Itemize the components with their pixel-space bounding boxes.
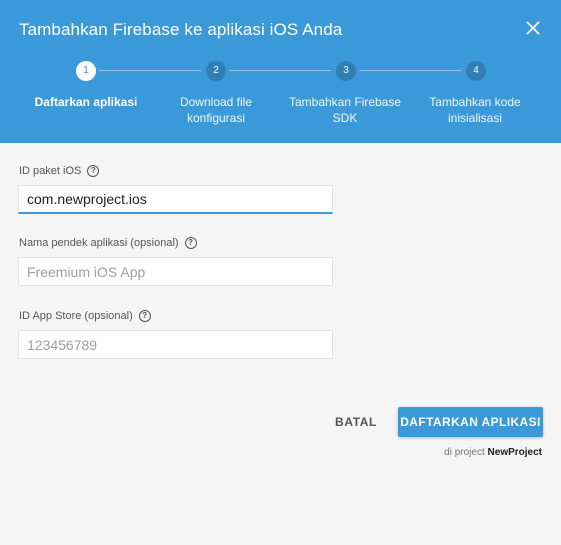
help-icon[interactable]: ? [184,237,197,249]
step-2-label: Download file konfigurasi [151,94,281,126]
dialog-title: Tambahkan Firebase ke aplikasi iOS Anda [19,20,343,39]
dialog-header: Tambahkan Firebase ke aplikasi iOS Anda … [0,0,561,143]
step-4-label-text: Tambahkan kode inisialisasi [429,95,521,125]
project-footer: di project NewProject [444,447,542,458]
step-1-indicator: 1 [76,61,96,81]
app-store-id-label: ID App Store (opsional) ? [19,310,151,322]
app-store-id-input[interactable] [18,330,333,359]
stepper-connector [359,70,461,71]
project-name: NewProject [487,447,542,458]
stepper-connector [229,70,331,71]
nickname-input[interactable] [18,257,333,286]
step-4-indicator: 4 [466,61,486,81]
bundle-id-label: ID paket iOS ? [19,165,100,177]
cancel-button[interactable]: BATAL [326,410,386,434]
register-app-button[interactable]: DAFTARKAN APLIKASI [398,407,543,437]
bundle-id-input[interactable] [18,185,333,214]
stepper-connector [99,70,201,71]
help-icon[interactable]: ? [138,310,151,322]
nickname-label-text: Nama pendek aplikasi (opsional) [19,237,179,249]
bundle-id-label-text: ID paket iOS [19,165,82,177]
step-1-label: Daftarkan aplikasi [34,95,138,109]
add-firebase-ios-dialog: Tambahkan Firebase ke aplikasi iOS Anda … [0,0,561,545]
step-4-label: Tambahkan kode inisialisasi [410,94,540,126]
step-3-label: Tambahkan Firebase SDK [280,94,410,126]
app-store-id-label-text: ID App Store (opsional) [19,310,133,322]
step-3-label-text: Tambahkan Firebase SDK [288,95,402,125]
footer-prefix: di project [444,447,485,458]
step-2-label-text: Download file konfigurasi [179,95,253,125]
close-icon[interactable] [523,18,543,38]
nickname-label: Nama pendek aplikasi (opsional) ? [19,237,197,249]
step-3-indicator: 3 [336,61,356,81]
step-2-indicator: 2 [206,61,226,81]
help-icon[interactable]: ? [87,165,100,177]
